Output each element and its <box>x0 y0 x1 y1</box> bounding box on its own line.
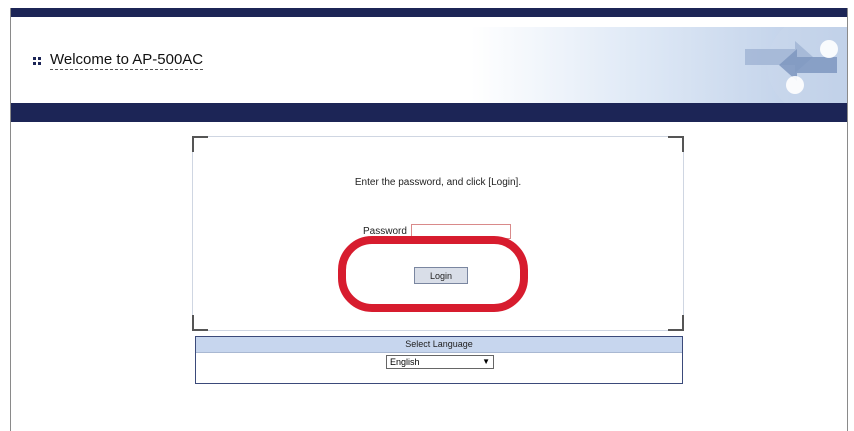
arrows-logo-icon <box>745 27 847 103</box>
language-select-value: English <box>390 357 420 367</box>
corner-decor <box>668 315 684 331</box>
header-banner: Welcome to AP-500AC <box>11 27 847 103</box>
language-title: Select Language <box>196 337 682 353</box>
chevron-down-icon: ▼ <box>482 357 490 366</box>
login-panel: Enter the password, and click [Login]. P… <box>192 136 684 331</box>
corner-decor <box>192 136 208 152</box>
login-instruction: Enter the password, and click [Login]. <box>354 177 522 188</box>
language-select[interactable]: English ▼ <box>386 355 494 369</box>
top-bar <box>11 8 847 17</box>
nav-bar <box>11 103 847 122</box>
password-label: Password <box>363 226 407 237</box>
corner-decor <box>668 136 684 152</box>
corner-decor <box>192 315 208 331</box>
password-row: Password <box>363 224 511 239</box>
bullet-icon <box>33 56 41 65</box>
page-title: Welcome to AP-500AC <box>33 51 204 70</box>
page-frame: Welcome to AP-500AC Enter the password, … <box>10 8 848 431</box>
language-box: Select Language English ▼ <box>195 336 683 384</box>
password-input[interactable] <box>410 224 511 239</box>
login-button[interactable]: Login <box>414 267 468 284</box>
page-title-text: Welcome to AP-500AC <box>50 51 204 70</box>
